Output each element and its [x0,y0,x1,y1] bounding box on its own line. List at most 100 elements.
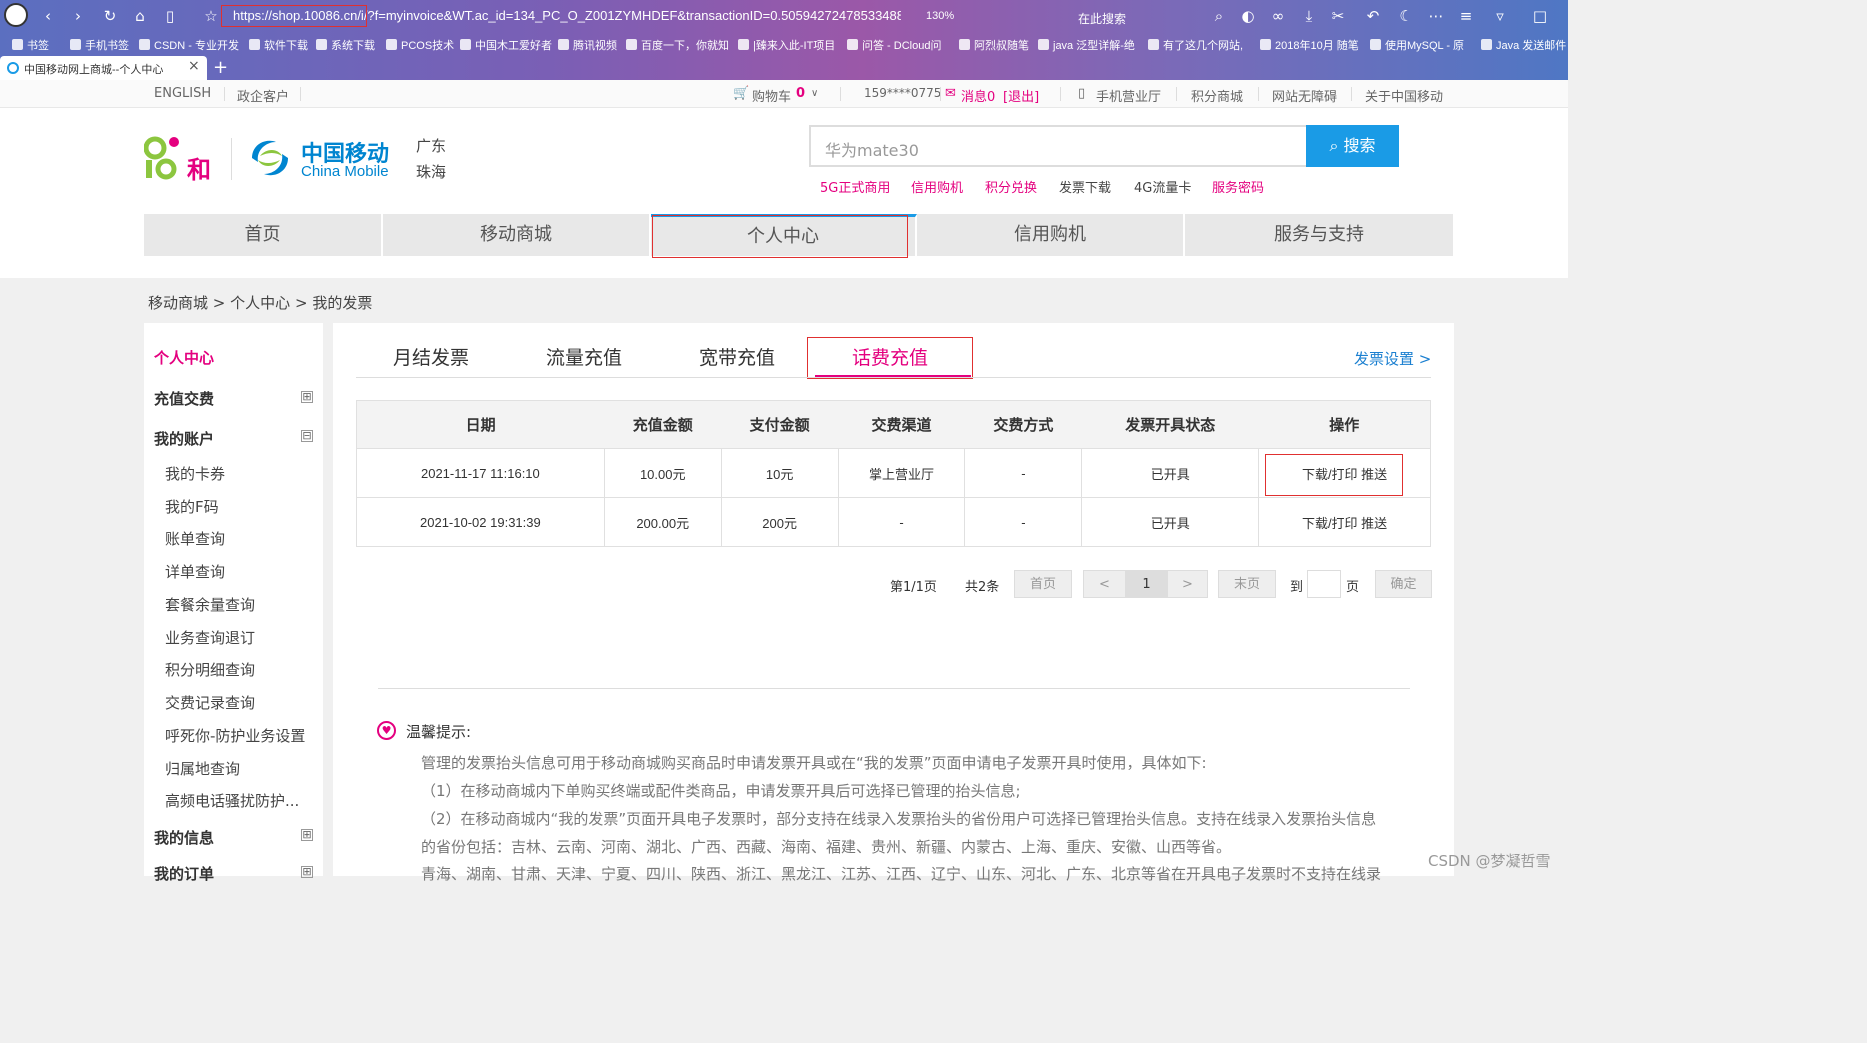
bookmark-item[interactable]: 软件下载 [249,37,308,53]
bookmark-item[interactable]: 使用MySQL - 原 [1370,37,1464,53]
cart-icon[interactable]: 🛒 [733,86,749,101]
sidebar-item[interactable]: 归属地查询 [165,758,240,779]
and-logo-icon[interactable]: 和 [143,136,218,184]
bookmark-item[interactable]: CSDN - 专业开发 [139,37,239,53]
current-page-button[interactable]: 1 [1126,570,1167,598]
english-link[interactable]: ENGLISH [154,86,211,101]
cart-link[interactable]: 购物车 [752,86,791,105]
crumb-personal[interactable]: 个人中心 [230,294,290,312]
bookmark-item[interactable]: 问答 - DCloud问 [847,37,941,53]
sidebar-item[interactable]: 我的F码 [165,496,219,517]
star-icon[interactable]: ☆ [201,6,221,26]
search-icon[interactable]: ⌕ [1209,6,1229,26]
first-page-button[interactable]: 首页 [1014,570,1072,598]
nav-service[interactable]: 服务与支持 [1185,214,1453,256]
confirm-button[interactable]: 确定 [1375,570,1432,598]
city[interactable]: 珠海 [416,161,446,182]
sidebar-item[interactable]: 详单查询 [165,561,225,582]
tab-broadband[interactable]: 宽带充值 [699,343,775,370]
sidebar-item[interactable]: 业务查询退订 [165,627,255,648]
bookmark-item[interactable]: 中国木工爱好者 [460,37,552,53]
user-phone[interactable]: 159****0775 [864,86,941,100]
expand-icon[interactable]: ⊞ [301,829,313,841]
points-mall-link[interactable]: 积分商城 [1191,86,1243,105]
message-link[interactable]: 消息0 [961,86,995,105]
more-icon[interactable]: ⋯ [1426,6,1446,26]
mobile-hall-link[interactable]: 手机营业厅 [1096,86,1161,105]
download-print-push-link[interactable]: 下载/打印 推送 [1258,497,1431,547]
province[interactable]: 广东 [416,135,446,156]
gov-link[interactable]: 政企客户 [237,86,289,105]
hot-link[interactable]: 5G正式商用 [820,177,890,196]
bookmark-item[interactable]: 阿烈叔随笔 [959,37,1029,53]
tab-data[interactable]: 流量充值 [546,343,622,370]
minimize-icon[interactable]: ▿ [1490,6,1510,26]
tab-monthly[interactable]: 月结发票 [393,343,469,370]
window-icon[interactable]: □ [1530,6,1550,26]
bookmark-item[interactable]: 系统下载 [316,37,375,53]
accessible-link[interactable]: 网站无障碍 [1272,86,1337,105]
bookmark-item[interactable]: Java 发送邮件 [1481,37,1566,53]
undo-icon[interactable]: ↶ [1363,6,1383,26]
home-icon[interactable]: ⌂ [130,6,150,26]
browser-tab[interactable]: 中国移动网上商城--个人中心 × [0,56,207,80]
hot-link[interactable]: 信用购机 [911,177,963,196]
chevron-down-icon[interactable]: ∨ [811,88,818,99]
menu-icon[interactable]: ≡ [1456,6,1476,26]
sidebar-item[interactable]: 交费记录查询 [165,692,255,713]
reader-icon[interactable]: ▯ [160,6,180,26]
prev-page-button[interactable]: < [1083,570,1126,598]
expand-icon[interactable]: ⊞ [301,866,313,878]
crumb-mall[interactable]: 移动商城 [148,294,208,312]
china-mobile-logo-icon[interactable] [246,134,294,182]
search-button[interactable]: ⌕ 搜索 [1306,125,1399,167]
sidebar-group-account[interactable]: 我的账户 [154,428,214,449]
logout-link[interactable]: [退出] [1003,86,1039,105]
download-icon[interactable]: ⤓ [1299,6,1319,26]
last-page-button[interactable]: 末页 [1218,570,1276,598]
cut-icon[interactable]: ✂ [1328,6,1348,26]
zoom-level[interactable]: 130% [926,10,954,22]
avatar[interactable] [4,3,28,27]
bookmark-item[interactable]: PCOS技术 [386,37,454,53]
extension2-icon[interactable]: ∞ [1268,6,1288,26]
hot-link[interactable]: 4G流量卡 [1134,177,1191,196]
back-icon[interactable]: ‹ [38,6,58,26]
invoice-settings-link[interactable]: 发票设置 > [1354,348,1431,369]
reload-icon[interactable]: ↻ [100,6,120,26]
bookmark-item[interactable]: 有了这几个网站, [1148,37,1243,53]
close-icon[interactable]: × [188,58,200,74]
sidebar-item[interactable]: 套餐余量查询 [165,594,255,615]
hot-link[interactable]: 发票下载 [1059,177,1111,196]
bookmark-item[interactable]: |臻来入此-IT项目 [738,37,835,53]
hot-link[interactable]: 服务密码 [1212,177,1264,196]
mail-icon[interactable]: ✉ [945,86,956,101]
bookmark-item[interactable]: java 泛型详解-绝 [1038,37,1135,53]
extension-icon[interactable]: ◐ [1238,6,1258,26]
sidebar-group-recharge[interactable]: 充值交费 [154,388,214,409]
collapse-icon[interactable]: ⊟ [301,430,313,442]
night-icon[interactable]: ☾ [1396,6,1416,26]
nav-credit[interactable]: 信用购机 [917,214,1185,256]
bookmark-item[interactable]: 百度一下，你就知 [626,37,729,53]
sidebar-item[interactable]: 高频电话骚扰防护... [165,790,299,811]
page-number-input[interactable] [1307,570,1341,598]
bookmark-item[interactable]: 2018年10月 随笔 [1260,37,1359,53]
sidebar-item[interactable]: 我的卡券 [165,463,225,484]
search-input[interactable]: 华为mate30 [809,125,1306,167]
forward-icon[interactable]: › [68,6,88,26]
bookmark-item[interactable]: 书签 [12,37,49,53]
sidebar-title[interactable]: 个人中心 [154,347,214,368]
sidebar-group-info[interactable]: 我的信息 [154,827,214,848]
nav-mall[interactable]: 移动商城 [383,214,651,256]
expand-icon[interactable]: ⊞ [301,391,313,403]
sidebar-item[interactable]: 账单查询 [165,528,225,549]
sidebar-item[interactable]: 积分明细查询 [165,659,255,680]
next-page-button[interactable]: > [1167,570,1208,598]
sidebar-item[interactable]: 呼死你-防护业务设置 [165,725,305,746]
hot-link[interactable]: 积分兑换 [985,177,1037,196]
sidebar-group-orders[interactable]: 我的订单 [154,863,214,884]
browser-search[interactable]: 在此搜索 [1078,10,1126,27]
new-tab-icon[interactable]: + [213,57,228,78]
bookmark-item[interactable]: 手机书签 [70,37,129,53]
